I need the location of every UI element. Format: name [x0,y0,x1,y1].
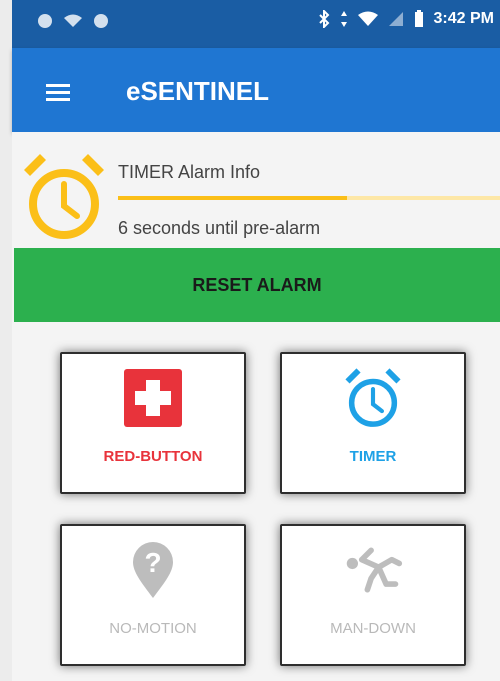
app-title: eSENTINEL [126,76,270,106]
notification-dot-icon [38,14,52,28]
notification-dot-icon [94,14,108,28]
app-bar: eSENTINEL [12,48,500,132]
notification-icons [38,14,108,28]
signal-icon [388,12,403,26]
timer-label: TIMER [349,448,397,465]
clock-time: 3:42 PM [433,10,494,27]
reset-alarm-button[interactable]: RESET ALARM [14,248,500,322]
bluetooth-icon [318,10,329,28]
first-aid-icon [123,368,183,428]
red-button-label: RED-BUTTON [103,448,203,465]
alarm-info-title: TIMER Alarm Info [118,162,261,182]
alarm-clock-icon [24,154,104,239]
timer-tile[interactable]: TIMER [280,352,466,494]
question-marker-icon: ? [123,540,183,600]
red-button-tile[interactable]: RED-BUTTON [60,352,246,494]
alarm-progress-bar [118,196,500,200]
wifi-question-icon [64,14,82,27]
alarm-info-subtitle: 6 seconds until pre-alarm [118,218,321,238]
no-motion-label: NO-MOTION [109,620,197,637]
data-arrows-icon [340,11,347,27]
main-content: TIMER Alarm Info 6 seconds until pre-ala… [12,132,500,681]
timer-alarm-icon [343,368,403,428]
alarm-progress-fill [118,196,348,200]
status-bar: 3:42 PM [12,0,500,48]
menu-icon[interactable] [46,84,70,101]
system-icons: 3:42 PM [318,10,494,28]
svg-text:?: ? [144,547,161,578]
alarm-info: TIMER Alarm Info 6 seconds until pre-ala… [12,132,500,248]
wifi-icon [357,11,378,26]
no-motion-tile[interactable]: ? NO-MOTION [60,524,246,666]
battery-icon [414,10,423,27]
man-down-tile[interactable]: MAN-DOWN [280,524,466,666]
person-falling-icon [343,540,403,600]
man-down-label: MAN-DOWN [330,620,416,637]
